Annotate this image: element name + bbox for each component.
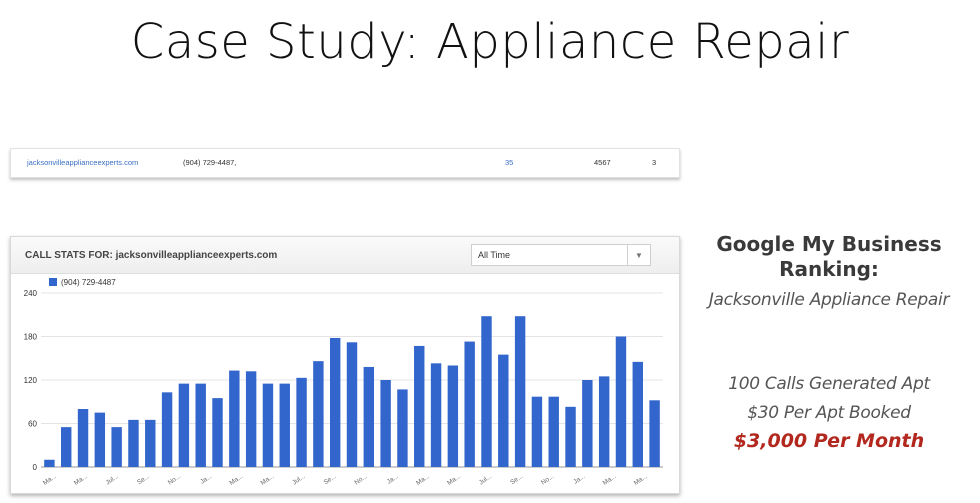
bar xyxy=(397,389,408,467)
bar xyxy=(313,361,324,467)
bar xyxy=(262,383,274,467)
bar xyxy=(430,363,442,467)
x-tick-label: No... xyxy=(167,473,182,487)
x-tick-label: Se... xyxy=(136,473,151,487)
bar xyxy=(649,400,660,467)
bar xyxy=(161,392,173,467)
bar xyxy=(77,409,89,467)
panel-header: CALL STATS FOR: jacksonvilleapplianceexp… xyxy=(11,237,679,274)
listing-rank: 3 xyxy=(652,158,657,167)
bar xyxy=(128,419,139,467)
x-tick-label: No... xyxy=(540,473,555,487)
bar xyxy=(296,377,307,467)
bar xyxy=(582,380,593,467)
x-tick-label: Ma... xyxy=(228,473,244,487)
y-tick-label: 60 xyxy=(28,420,37,429)
x-tick-label: Ma... xyxy=(260,473,276,487)
bar xyxy=(548,396,559,467)
x-tick-label: Ma... xyxy=(633,473,649,487)
x-tick-label: Ja... xyxy=(199,473,213,486)
bar xyxy=(94,412,106,467)
time-range-value: All Time xyxy=(478,250,511,260)
bar xyxy=(212,398,223,467)
bar xyxy=(514,316,526,467)
bar xyxy=(632,361,643,467)
stat-price: $30 Per Apt Booked xyxy=(747,403,911,423)
x-tick-label: Ja... xyxy=(386,473,400,486)
bar xyxy=(329,337,341,467)
chevron-down-icon[interactable]: ▼ xyxy=(627,245,650,265)
bar xyxy=(598,376,610,467)
stat-monthly: $3,000 Per Month xyxy=(733,430,925,452)
bar xyxy=(414,345,425,467)
y-tick-label: 240 xyxy=(24,289,38,298)
listing-row: jacksonvilleapplianceexperts.com (904) 7… xyxy=(10,148,680,178)
bar xyxy=(498,354,509,467)
gmb-heading-line1: Google My Business xyxy=(716,232,942,256)
listing-phone: (904) 729-4487, xyxy=(183,158,237,167)
panel-title-prefix: CALL STATS FOR: xyxy=(25,250,113,261)
call-stats-chart: 0 60 120 180 240 Ma... Ma... Jul... Se... No... Ja… xyxy=(24,278,663,487)
gmb-heading: Google My Business Ranking: xyxy=(688,232,970,282)
bar xyxy=(245,371,257,467)
bar xyxy=(145,419,156,467)
x-tick-label: Ma... xyxy=(446,473,462,487)
y-tick-label: 180 xyxy=(24,333,38,342)
bar xyxy=(481,316,492,467)
bar xyxy=(229,370,240,467)
x-tick-label: No... xyxy=(353,473,368,487)
bar xyxy=(615,336,627,467)
bar xyxy=(531,396,543,467)
call-stats-panel: CALL STATS FOR: jacksonvilleapplianceexp… xyxy=(10,236,680,494)
x-tick-label: Ma... xyxy=(602,473,618,487)
bar xyxy=(464,341,475,467)
bar xyxy=(447,365,459,467)
bar xyxy=(195,383,206,467)
gmb-heading-line2: Ranking: xyxy=(779,257,879,281)
bar xyxy=(346,342,358,467)
time-range-select[interactable]: All Time ▼ xyxy=(471,244,651,266)
panel-title-site: jacksonvilleapplianceexperts.com xyxy=(115,250,278,261)
panel-title: CALL STATS FOR: jacksonvilleapplianceexp… xyxy=(25,250,277,261)
x-tick-label: Jul... xyxy=(105,473,120,487)
x-tick-label: Jul... xyxy=(291,473,306,487)
legend-swatch xyxy=(49,278,57,286)
bar xyxy=(565,406,576,467)
bar xyxy=(44,459,55,467)
legend-label: (904) 729-4487 xyxy=(61,278,116,287)
stat-calls: 100 Calls Generated Apt xyxy=(728,374,930,394)
x-tick-label: Ma... xyxy=(415,473,431,487)
bar xyxy=(363,366,375,467)
listing-site-link[interactable]: jacksonvilleapplianceexperts.com xyxy=(27,158,138,167)
bar xyxy=(380,380,391,467)
x-tick-label: Ma... xyxy=(73,473,89,487)
bar xyxy=(178,383,190,467)
gmb-subheading: Jacksonville Appliance Repair xyxy=(708,290,950,310)
listing-number: 4567 xyxy=(594,158,611,167)
y-tick-label: 0 xyxy=(33,463,38,472)
x-tick-label: Se... xyxy=(509,473,524,487)
x-tick-label: Jul... xyxy=(478,473,493,487)
x-tick-label: Se... xyxy=(323,473,338,487)
x-tick-label: Ma... xyxy=(42,473,58,487)
x-tick-label: Ja... xyxy=(572,473,586,486)
y-tick-label: 120 xyxy=(24,376,38,385)
slide-title: Case Study: Appliance Repair xyxy=(130,14,850,70)
bar xyxy=(279,383,290,467)
bar xyxy=(61,427,72,467)
bar xyxy=(111,427,122,467)
listing-calls-link[interactable]: 35 xyxy=(505,158,513,167)
